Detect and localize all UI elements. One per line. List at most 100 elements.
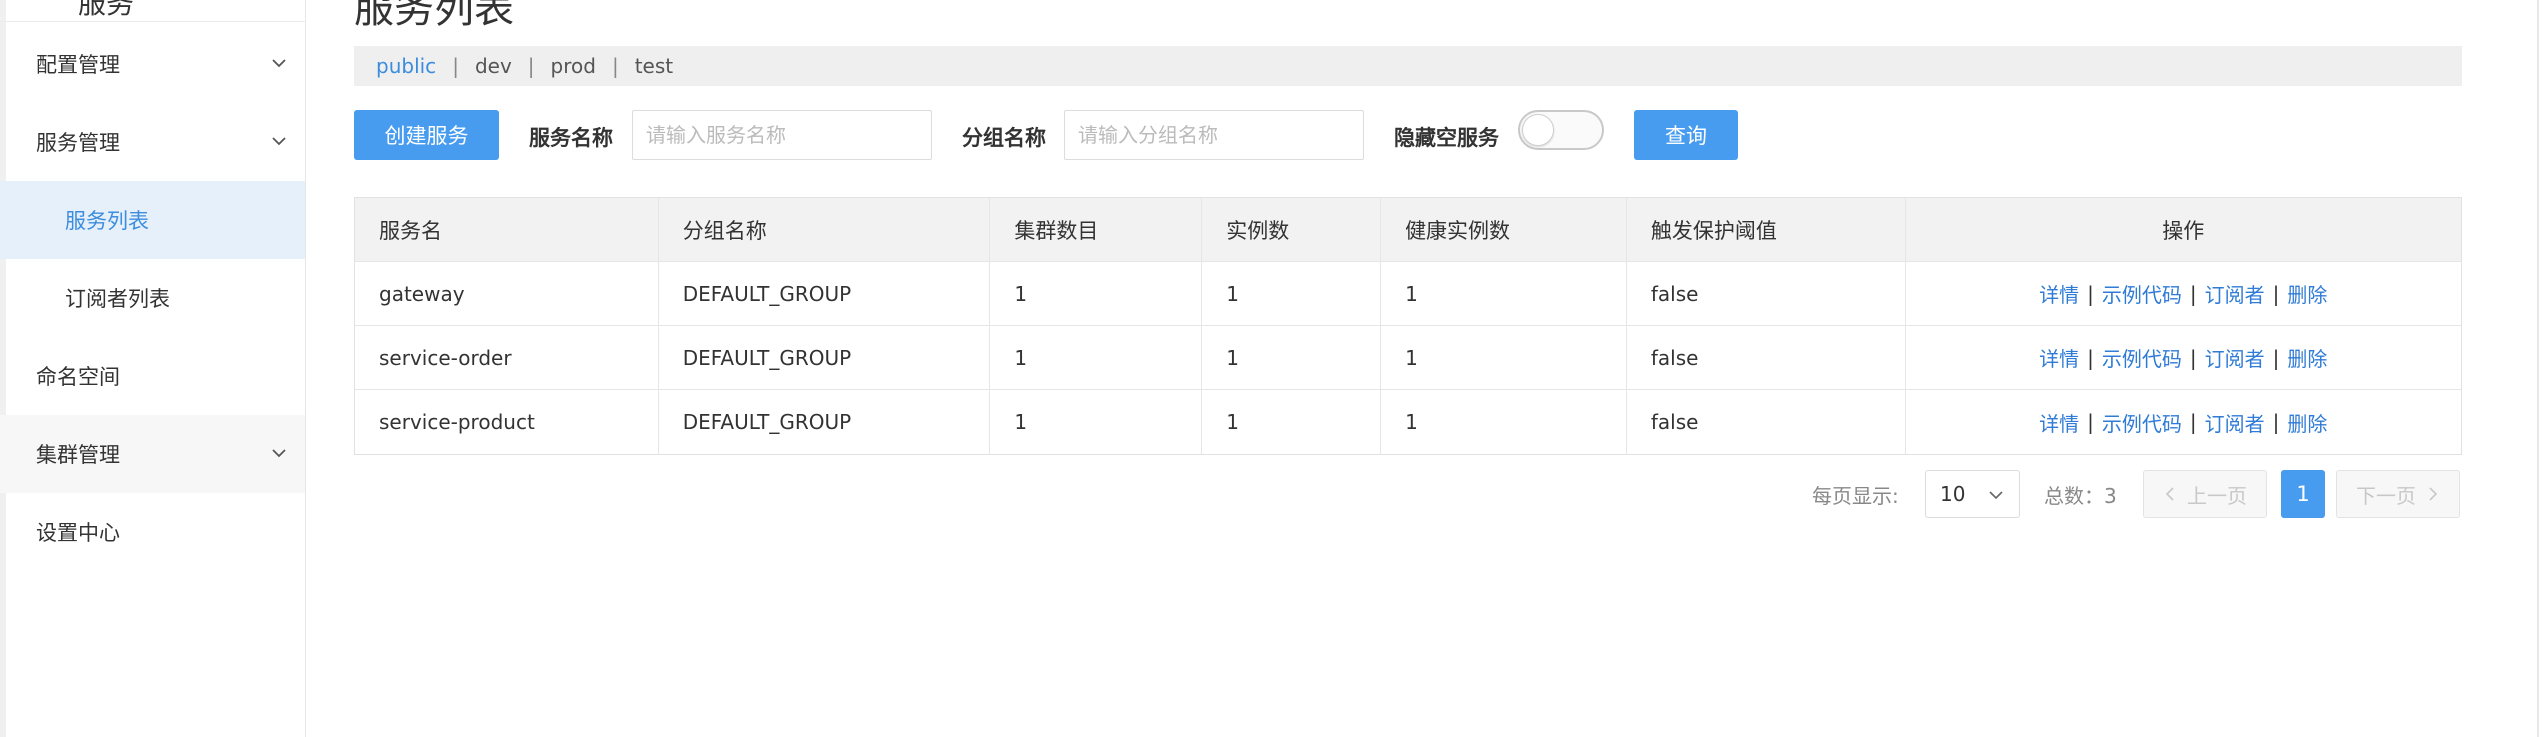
sidebar-item-service-list[interactable]: 服务列表 (0, 181, 305, 259)
sidebar-top-item[interactable]: 服务 (0, 0, 306, 22)
action-separator: | (2087, 281, 2094, 306)
namespace-separator: | (452, 54, 459, 78)
detail-link[interactable]: 详情 (2039, 343, 2079, 372)
table-header-row: 服务名 分组名称 集群数目 实例数 健康实例数 触发保护阈值 操作 (355, 198, 2461, 262)
sidebar-item-cluster-management[interactable]: 集群管理 (0, 415, 305, 493)
instance-count-cell: 1 (1202, 326, 1382, 389)
action-separator: | (2272, 410, 2280, 434)
protect-threshold-cell: false (1627, 326, 1906, 389)
sidebar-item-namespace[interactable]: 命名空间 (0, 337, 305, 415)
group-name-cell: DEFAULT_GROUP (659, 390, 991, 454)
actions-cell: 详情 | 示例代码 | 订阅者 | 删除 (1906, 262, 2461, 325)
action-separator: | (2189, 281, 2197, 306)
group-name-input[interactable] (1064, 110, 1364, 160)
namespace-tab-public[interactable]: public (376, 54, 436, 78)
column-header: 服务名 (355, 198, 659, 261)
chevron-down-icon (272, 59, 286, 68)
sidebar-item-label: 集群管理 (36, 443, 120, 467)
column-header: 触发保护阈值 (1627, 198, 1906, 261)
sidebar-item-settings-center[interactable]: 设置中心 (0, 493, 305, 571)
prev-page-label: 上一页 (2187, 483, 2247, 508)
sidebar-item-service-management[interactable]: 服务管理 (0, 103, 305, 181)
subscriber-link[interactable]: 订阅者 (2205, 343, 2265, 372)
action-separator: | (2087, 345, 2094, 370)
sidebar-item-label: 服务管理 (36, 131, 120, 155)
table-row: service-product DEFAULT_GROUP 1 1 1 fals… (355, 390, 2461, 454)
subscriber-link[interactable]: 订阅者 (2205, 279, 2265, 308)
namespace-tab-prod[interactable]: prod (551, 54, 596, 78)
detail-link[interactable]: 详情 (2039, 279, 2079, 308)
sample-code-link[interactable]: 示例代码 (2102, 408, 2182, 437)
chevron-down-icon (272, 137, 286, 146)
toggle-knob (1522, 114, 1554, 146)
hide-empty-toggle[interactable] (1518, 110, 1604, 150)
service-name-cell: service-order (355, 326, 659, 389)
sidebar-top-label: 服务 (78, 0, 135, 20)
protect-threshold-cell: false (1627, 390, 1906, 454)
chevron-right-icon (2429, 487, 2438, 501)
page-title: 服务列表 (354, 0, 514, 32)
page-size-select[interactable]: 10 (1925, 470, 2020, 518)
namespace-separator: | (527, 54, 535, 78)
namespace-bar: public | dev | prod | test (354, 46, 2462, 86)
chevron-left-icon (2165, 487, 2174, 501)
delete-link[interactable]: 删除 (2287, 408, 2327, 437)
service-name-label: 服务名称 (529, 126, 613, 150)
delete-link[interactable]: 删除 (2287, 279, 2327, 308)
action-separator: | (2087, 410, 2094, 434)
sample-code-link[interactable]: 示例代码 (2102, 279, 2182, 308)
create-service-button[interactable]: 创建服务 (354, 110, 499, 160)
service-table: 服务名 分组名称 集群数目 实例数 健康实例数 触发保护阈值 操作 gatewa… (354, 197, 2462, 455)
sidebar: 服务 配置管理 服务管理 服务列表 订阅者列表 命名空间 集群管理 设置中心 (0, 0, 306, 737)
actions-cell: 详情 | 示例代码 | 订阅者 | 删除 (1906, 326, 2461, 389)
delete-link[interactable]: 删除 (2287, 343, 2327, 372)
sidebar-item-label: 配置管理 (36, 53, 120, 77)
sidebar-item-label: 订阅者列表 (65, 287, 170, 311)
sidebar-item-subscriber-list[interactable]: 订阅者列表 (0, 259, 305, 337)
service-name-cell: service-product (355, 390, 659, 454)
column-header: 操作 (2162, 218, 2205, 243)
action-separator: | (2272, 345, 2280, 370)
group-name-cell: DEFAULT_GROUP (659, 262, 991, 325)
healthy-instance-count-cell: 1 (1381, 326, 1627, 389)
namespace-tab-test[interactable]: test (635, 54, 673, 78)
sidebar-item-label: 服务列表 (65, 209, 149, 233)
instance-count-cell: 1 (1202, 390, 1382, 454)
sidebar-item-label: 设置中心 (36, 521, 120, 545)
chevron-down-icon (272, 449, 286, 458)
subscriber-link[interactable]: 订阅者 (2205, 408, 2265, 437)
page-number-button[interactable]: 1 (2281, 470, 2325, 518)
cluster-count-cell: 1 (990, 262, 1203, 325)
healthy-instance-count-cell: 1 (1381, 390, 1627, 454)
table-row: service-order DEFAULT_GROUP 1 1 1 false … (355, 326, 2461, 390)
column-header: 集群数目 (990, 198, 1203, 261)
cluster-count-cell: 1 (990, 390, 1203, 454)
hide-empty-label: 隐藏空服务 (1394, 126, 1499, 150)
group-name-cell: DEFAULT_GROUP (659, 326, 991, 389)
page-size-label: 每页显示: (1812, 484, 1899, 508)
next-page-label: 下一页 (2356, 483, 2416, 508)
action-separator: | (2189, 410, 2197, 434)
sidebar-item-label: 命名空间 (36, 365, 120, 389)
total-count: 总数：3 (2044, 484, 2117, 508)
action-separator: | (2272, 281, 2280, 306)
column-header: 实例数 (1202, 198, 1382, 261)
column-header: 健康实例数 (1381, 198, 1627, 261)
instance-count-cell: 1 (1202, 262, 1382, 325)
sidebar-item-config-management[interactable]: 配置管理 (0, 25, 305, 103)
sample-code-link[interactable]: 示例代码 (2102, 343, 2182, 372)
service-name-input[interactable] (632, 110, 932, 160)
column-header: 分组名称 (659, 198, 991, 261)
chevron-down-icon (1989, 491, 2003, 500)
cluster-count-cell: 1 (990, 326, 1203, 389)
table-row: gateway DEFAULT_GROUP 1 1 1 false 详情 | 示… (355, 262, 2461, 326)
namespace-tab-dev[interactable]: dev (475, 54, 512, 78)
protect-threshold-cell: false (1627, 262, 1906, 325)
namespace-separator: | (611, 54, 619, 78)
group-name-label: 分组名称 (962, 126, 1046, 150)
query-button[interactable]: 查询 (1634, 110, 1738, 160)
actions-cell: 详情 | 示例代码 | 订阅者 | 删除 (1906, 390, 2461, 454)
prev-page-button[interactable]: 上一页 (2143, 470, 2267, 518)
next-page-button[interactable]: 下一页 (2336, 470, 2460, 518)
detail-link[interactable]: 详情 (2039, 408, 2079, 437)
